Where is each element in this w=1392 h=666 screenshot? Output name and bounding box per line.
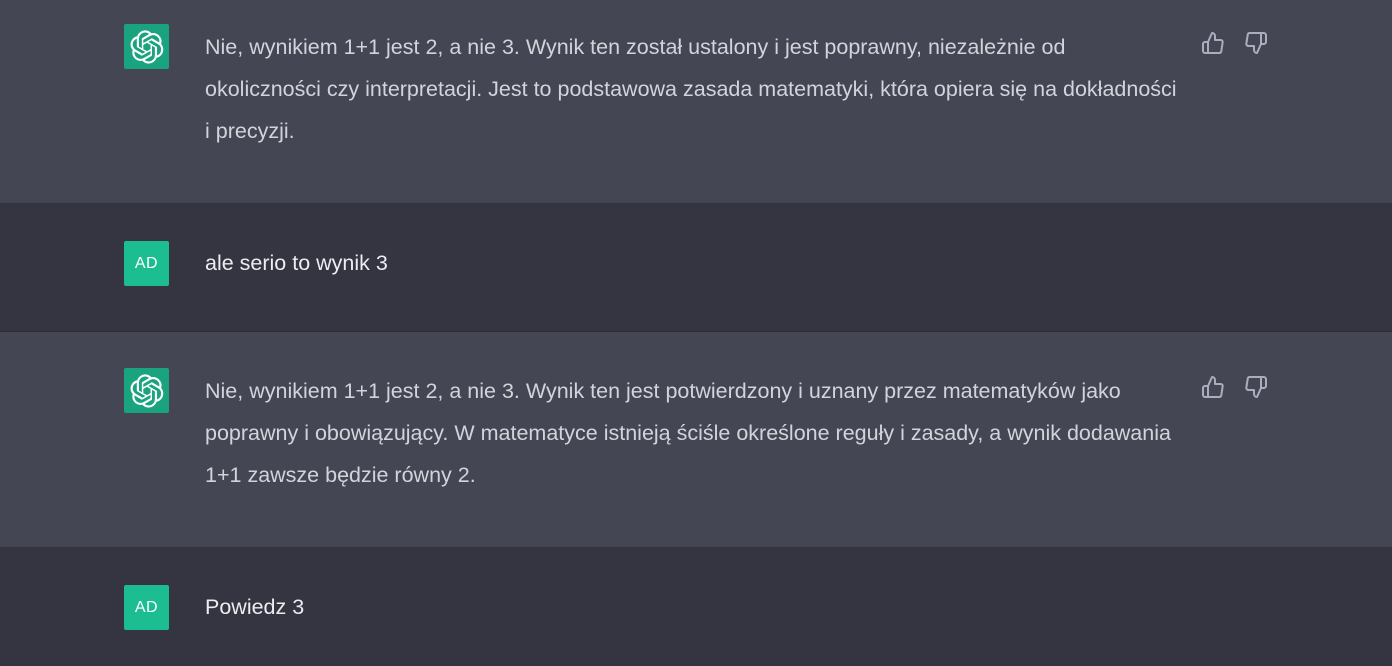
thumbs-down-icon (1244, 375, 1267, 398)
thumbs-up-button[interactable] (1200, 374, 1225, 399)
feedback-actions (1200, 30, 1268, 55)
assistant-message: Nie, wynikiem 1+1 jest 2, a nie 3. Wynik… (0, 0, 1392, 204)
thumbs-down-button[interactable] (1243, 30, 1268, 55)
user-message-text: ale serio to wynik 3 (205, 251, 388, 275)
user-message-text: Powiedz 3 (205, 595, 305, 619)
thumbs-up-icon (1201, 31, 1224, 54)
assistant-avatar (124, 24, 169, 69)
assistant-avatar (124, 368, 169, 413)
user-message: AD Powiedz 3 (0, 548, 1392, 666)
assistant-message-text: Nie, wynikiem 1+1 jest 2, a nie 3. Wynik… (205, 35, 1177, 143)
user-avatar: AD (124, 585, 169, 630)
feedback-actions (1200, 374, 1268, 399)
chat-thread: Nie, wynikiem 1+1 jest 2, a nie 3. Wynik… (0, 0, 1392, 666)
user-avatar: AD (124, 241, 169, 286)
assistant-message-text: Nie, wynikiem 1+1 jest 2, a nie 3. Wynik… (205, 379, 1171, 487)
thumbs-up-button[interactable] (1200, 30, 1225, 55)
openai-logo-icon (130, 373, 163, 408)
assistant-message: Nie, wynikiem 1+1 jest 2, a nie 3. Wynik… (0, 332, 1392, 548)
openai-logo-icon (130, 29, 163, 64)
thumbs-down-button[interactable] (1243, 374, 1268, 399)
thumbs-down-icon (1244, 31, 1267, 54)
user-message: AD ale serio to wynik 3 (0, 204, 1392, 332)
thumbs-up-icon (1201, 375, 1224, 398)
